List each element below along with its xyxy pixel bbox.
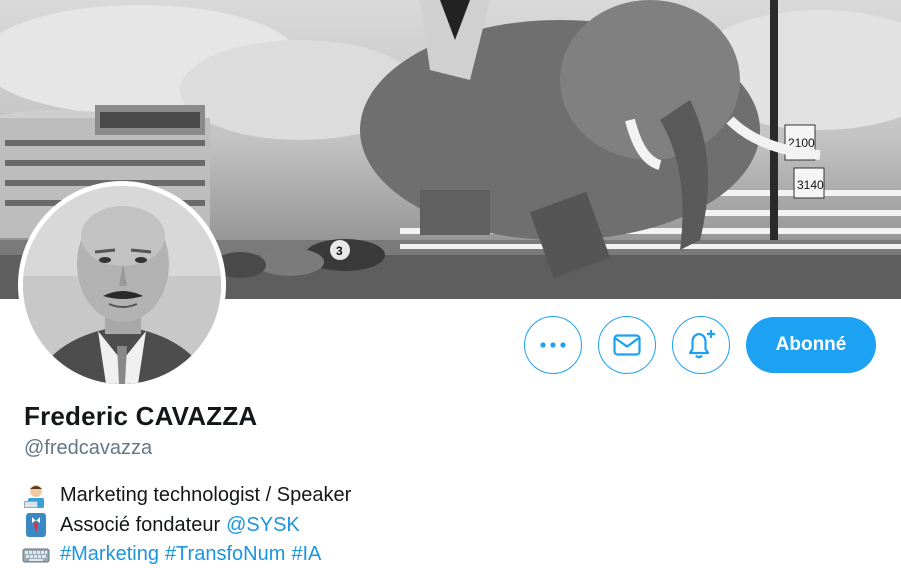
profile-handle: @fredcavazza — [24, 437, 153, 459]
bio-line-2: Associé fondateur @SYSK — [22, 511, 351, 541]
hashtag-link-ia[interactable]: #IA — [291, 540, 321, 568]
notifications-button[interactable] — [672, 316, 730, 374]
more-options-button[interactable] — [524, 316, 582, 374]
more-dots-icon — [540, 342, 566, 348]
technologist-emoji — [22, 484, 50, 509]
profile-bio: Marketing technologist / Speaker Associé… — [22, 481, 351, 568]
bio-line-2-text: Associé fondateur — [60, 513, 221, 536]
hashtag-link-transfonum[interactable]: #TransfoNum — [165, 540, 285, 568]
bell-plus-icon — [688, 330, 715, 359]
hashtag-link-marketing[interactable]: #Marketing — [60, 540, 159, 568]
sign-3140: 3140 — [797, 178, 824, 192]
keyboard-emoji — [22, 543, 50, 567]
message-button[interactable] — [598, 316, 656, 374]
follow-button[interactable]: Abonné — [746, 317, 876, 373]
office-worker-emoji — [22, 513, 50, 538]
mention-link-sysk[interactable]: @SYSK — [226, 511, 300, 541]
profile-display-name: Frederic CAVAZZA — [24, 401, 258, 431]
bio-line-1: Marketing technologist / Speaker — [22, 481, 351, 511]
bio-line-1-text: Marketing technologist / Speaker — [60, 484, 352, 506]
profile-avatar[interactable] — [18, 181, 226, 389]
jersey-number: 3 — [336, 244, 343, 258]
avatar-photo — [23, 186, 221, 384]
envelope-icon — [613, 334, 641, 356]
bio-line-3: #Marketing #TransfoNum #IA — [22, 540, 351, 568]
